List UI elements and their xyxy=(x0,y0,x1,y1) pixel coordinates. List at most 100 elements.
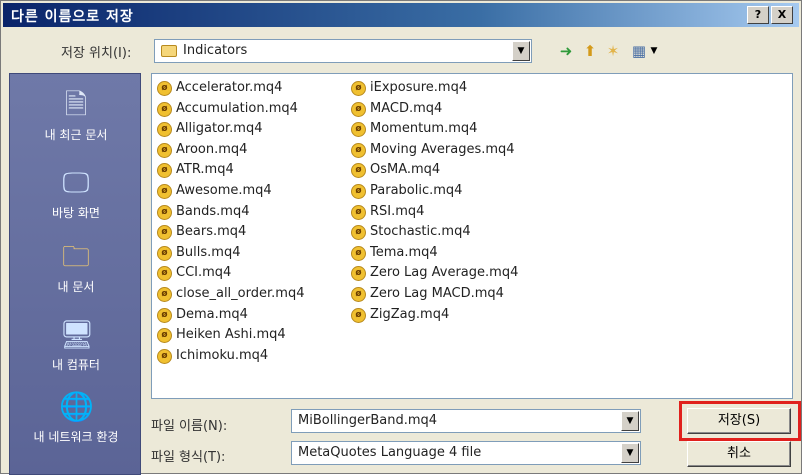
up-folder-icon[interactable]: ⬆ xyxy=(580,41,600,61)
filename-value: MiBollingerBand.mq4 xyxy=(298,413,438,428)
file-name: Accumulation.mq4 xyxy=(176,100,298,116)
file-name: Heiken Ashi.mq4 xyxy=(176,327,286,343)
save-as-dialog: 다른 이름으로 저장 ? X 저장 위치(I): Indicators ▼ ➜ … xyxy=(0,0,802,475)
views-menu-icon[interactable]: ▦ xyxy=(629,41,649,61)
places-bar: 🗎 내 최근 문서 🖵 바탕 화면 🗀 내 문서 🖥 내 컴퓨터 🌐 내 네트워… xyxy=(9,73,141,475)
file-item[interactable]: ø Bears.mq4 xyxy=(156,222,304,243)
file-name: Bands.mq4 xyxy=(176,203,250,219)
file-item[interactable]: ø ZigZag.mq4 xyxy=(350,305,518,326)
mq4-file-icon: ø xyxy=(157,286,172,302)
file-name: Awesome.mq4 xyxy=(176,182,272,198)
place-label: 내 네트워크 환경 xyxy=(33,430,119,444)
help-button[interactable]: ? xyxy=(747,6,769,24)
file-item[interactable]: ø close_all_order.mq4 xyxy=(156,284,304,305)
place-label: 바탕 화면 xyxy=(52,206,100,220)
mq4-file-icon: ø xyxy=(157,183,172,199)
mq4-file-icon: ø xyxy=(351,266,366,282)
file-item[interactable]: ø RSI.mq4 xyxy=(350,202,518,223)
file-name: CCI.mq4 xyxy=(176,265,232,281)
file-name: Aroon.mq4 xyxy=(176,141,248,157)
mq4-file-icon: ø xyxy=(351,286,366,302)
file-column-1: ø Accelerator.mq4 ø Accumulation.mq4 ø Alliga… xyxy=(156,78,304,366)
mq4-file-icon: ø xyxy=(157,142,172,158)
mq4-file-icon: ø xyxy=(351,163,366,179)
mq4-file-icon: ø xyxy=(157,266,172,282)
filetype-dropdown[interactable]: MetaQuotes Language 4 file ▼ xyxy=(291,441,641,465)
file-item[interactable]: ø OsMA.mq4 xyxy=(350,160,518,181)
place-network[interactable]: 🌐 내 네트워크 환경 xyxy=(10,390,142,444)
file-column-2: ø iExposure.mq4 ø MACD.mq4 ø Momentum.mq4 ø Mov… xyxy=(350,78,518,325)
file-name: Bears.mq4 xyxy=(176,224,247,240)
chevron-down-icon[interactable]: ▼ xyxy=(621,411,639,431)
chevron-down-icon[interactable]: ▼ xyxy=(512,41,530,61)
file-item[interactable]: ø Accumulation.mq4 xyxy=(156,99,304,120)
desktop-icon: 🖵 xyxy=(62,166,90,199)
file-item[interactable]: ø CCI.mq4 xyxy=(156,263,304,284)
file-item[interactable]: ø Accelerator.mq4 xyxy=(156,78,304,99)
mq4-file-icon: ø xyxy=(157,348,172,364)
mq4-file-icon: ø xyxy=(351,101,366,117)
file-name: iExposure.mq4 xyxy=(370,80,468,95)
file-item[interactable]: ø Aroon.mq4 xyxy=(156,140,304,161)
new-folder-icon[interactable]: ✶ xyxy=(603,41,623,61)
place-desktop[interactable]: 🖵 바탕 화면 xyxy=(10,166,142,220)
my-computer-icon: 🖥 xyxy=(59,318,95,351)
cancel-button[interactable]: 취소 xyxy=(687,441,791,467)
save-button[interactable]: 저장(S) xyxy=(687,408,791,434)
file-item[interactable]: ø Bands.mq4 xyxy=(156,202,304,223)
file-name: RSI.mq4 xyxy=(370,203,425,219)
file-item[interactable]: ø Dema.mq4 xyxy=(156,305,304,326)
file-item[interactable]: ø Heiken Ashi.mq4 xyxy=(156,325,304,346)
back-arrow-icon[interactable]: ➜ xyxy=(556,41,576,61)
mq4-file-icon: ø xyxy=(157,122,172,138)
filename-input[interactable]: MiBollingerBand.mq4 ▼ xyxy=(291,409,641,433)
file-name: ZigZag.mq4 xyxy=(370,306,450,322)
mq4-file-icon: ø xyxy=(157,204,172,220)
file-item[interactable]: ø Moving Averages.mq4 xyxy=(350,140,518,161)
file-name: Bulls.mq4 xyxy=(176,244,241,260)
file-item[interactable]: ø ATR.mq4 xyxy=(156,160,304,181)
place-recent-documents[interactable]: 🗎 내 최근 문서 xyxy=(10,88,142,142)
chevron-down-icon[interactable]: ▼ xyxy=(621,443,639,463)
file-name: Parabolic.mq4 xyxy=(370,182,463,198)
place-my-documents[interactable]: 🗀 내 문서 xyxy=(10,240,142,294)
file-name: Moving Averages.mq4 xyxy=(370,141,515,157)
file-name: Zero Lag MACD.mq4 xyxy=(370,285,504,301)
file-name: Stochastic.mq4 xyxy=(370,224,471,240)
views-dropdown-icon[interactable]: ▼ xyxy=(649,41,659,61)
file-item[interactable]: ø Awesome.mq4 xyxy=(156,181,304,202)
save-in-label: 저장 위치(I): xyxy=(61,46,132,61)
save-in-dropdown[interactable]: Indicators ▼ xyxy=(154,39,532,63)
file-item[interactable]: ø Zero Lag MACD.mq4 xyxy=(350,284,518,305)
file-item[interactable]: ø Ichimoku.mq4 xyxy=(156,346,304,367)
file-item[interactable]: ø Bulls.mq4 xyxy=(156,243,304,264)
file-name: Alligator.mq4 xyxy=(176,121,263,137)
file-name: Momentum.mq4 xyxy=(370,121,478,137)
mq4-file-icon: ø xyxy=(157,81,172,96)
mq4-file-icon: ø xyxy=(351,142,366,158)
close-button[interactable]: X xyxy=(771,6,793,24)
mq4-file-icon: ø xyxy=(351,81,366,96)
mq4-file-icon: ø xyxy=(351,183,366,199)
file-item[interactable]: ø Alligator.mq4 xyxy=(156,119,304,140)
file-item[interactable]: ø Zero Lag Average.mq4 xyxy=(350,263,518,284)
mq4-file-icon: ø xyxy=(351,307,366,323)
dialog-title: 다른 이름으로 저장 xyxy=(11,9,134,25)
file-item[interactable]: ø iExposure.mq4 xyxy=(350,78,518,99)
file-item[interactable]: ø Stochastic.mq4 xyxy=(350,222,518,243)
file-list[interactable]: ø Accelerator.mq4 ø Accumulation.mq4 ø Alliga… xyxy=(151,73,793,399)
mq4-file-icon: ø xyxy=(157,225,172,241)
folder-icon xyxy=(161,45,177,57)
place-label: 내 문서 xyxy=(57,280,95,294)
place-label: 내 컴퓨터 xyxy=(52,358,100,372)
file-item[interactable]: ø Momentum.mq4 xyxy=(350,119,518,140)
save-in-value: Indicators xyxy=(183,43,248,58)
recent-documents-icon: 🗎 xyxy=(64,88,88,121)
place-my-computer[interactable]: 🖥 내 컴퓨터 xyxy=(10,318,142,372)
file-item[interactable]: ø MACD.mq4 xyxy=(350,99,518,120)
file-item[interactable]: ø Parabolic.mq4 xyxy=(350,181,518,202)
my-documents-icon: 🗀 xyxy=(61,240,90,273)
mq4-file-icon: ø xyxy=(157,328,172,344)
file-item[interactable]: ø Tema.mq4 xyxy=(350,243,518,264)
mq4-file-icon: ø xyxy=(351,122,366,138)
